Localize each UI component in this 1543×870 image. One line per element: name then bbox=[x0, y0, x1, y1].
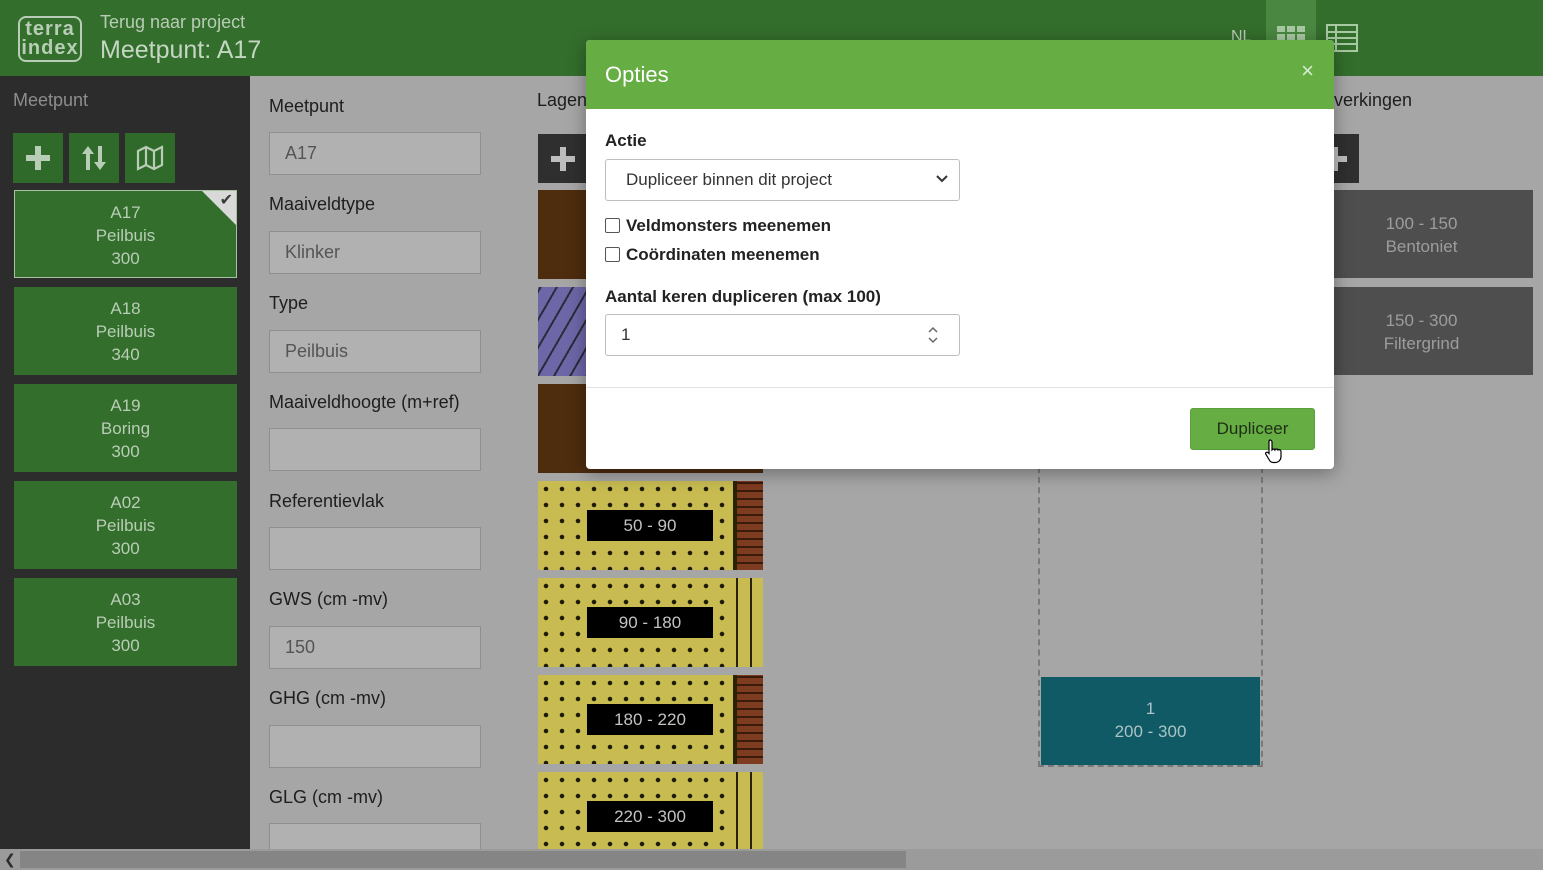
horizontal-scrollbar[interactable]: ❮ bbox=[0, 849, 1543, 870]
terra-index-logo[interactable]: terra index bbox=[18, 16, 82, 62]
bewerking-card[interactable]: 100 - 150 Bentoniet bbox=[1310, 190, 1533, 278]
type-label: Type bbox=[269, 293, 309, 313]
options-modal: Opties × Actie Dupliceer binnen dit proj… bbox=[586, 40, 1334, 469]
ghg-label: GHG (cm -mv) bbox=[269, 688, 386, 708]
gws-label: GWS (cm -mv) bbox=[269, 589, 388, 609]
meetpunt-depth: 300 bbox=[111, 636, 140, 655]
filter-number: 1 bbox=[1145, 699, 1156, 718]
coordinaten-label: Coördinaten meenemen bbox=[626, 245, 820, 264]
meetpunt-form: Meetpunt A17 Maaiveldtype Klinker Type P… bbox=[250, 76, 518, 870]
meetpunt-depth: 300 bbox=[111, 249, 140, 268]
layer-block[interactable]: 180 - 220 bbox=[538, 675, 763, 764]
coordinaten-checkbox-row[interactable]: Coördinaten meenemen bbox=[605, 245, 820, 265]
coordinaten-checkbox[interactable] bbox=[605, 247, 620, 262]
meetpunt-type: Peilbuis bbox=[95, 322, 156, 341]
layer-depth-label: 180 - 220 bbox=[587, 704, 713, 735]
gws-input[interactable]: 150 bbox=[269, 626, 481, 669]
layer-pattern-strip bbox=[733, 772, 763, 849]
meetpunt-name: A02 bbox=[110, 493, 141, 512]
hand-cursor-icon bbox=[1265, 439, 1282, 464]
filter-block[interactable]: 1 200 - 300 bbox=[1041, 677, 1260, 765]
glg-label: GLG (cm -mv) bbox=[269, 787, 383, 807]
bewerking-material: Bentoniet bbox=[1385, 237, 1458, 256]
veldmonsters-checkbox[interactable] bbox=[605, 218, 620, 233]
meetpunt-sidebar: Meetpunt ✔ A17 Peilbuis 300 A18 Peilbuis… bbox=[0, 76, 250, 870]
maaiveldtype-label: Maaiveldtype bbox=[269, 194, 376, 214]
referentievlak-label: Referentievlak bbox=[269, 491, 385, 511]
plus-icon bbox=[551, 147, 575, 171]
bewerking-material: Filtergrind bbox=[1383, 334, 1460, 353]
layer-block[interactable]: 50 - 90 bbox=[538, 481, 763, 570]
veldmonsters-label: Veldmonsters meenemen bbox=[626, 216, 832, 235]
filter-range: 200 - 300 bbox=[1114, 722, 1187, 741]
duplicate-button[interactable]: Dupliceer bbox=[1190, 408, 1315, 450]
meetpunt-depth: 300 bbox=[111, 442, 140, 461]
number-spinner-icon[interactable] bbox=[923, 324, 943, 346]
add-layer-button[interactable] bbox=[538, 134, 588, 183]
meetpunt-label: Meetpunt bbox=[269, 96, 345, 116]
duplicate-count-input[interactable]: 1 bbox=[605, 314, 960, 356]
check-icon: ✔ bbox=[219, 192, 233, 209]
ghg-input[interactable] bbox=[269, 725, 481, 768]
bewerking-range: 100 - 150 bbox=[1385, 214, 1458, 233]
modal-header: Opties × bbox=[586, 40, 1334, 109]
bewerking-card[interactable]: 150 - 300 Filtergrind bbox=[1310, 287, 1533, 375]
layer-block[interactable]: 90 - 180 bbox=[538, 578, 763, 667]
layer-pattern-strip bbox=[733, 481, 763, 570]
logo-line-2: index bbox=[21, 37, 79, 59]
action-select-value: Dupliceer binnen dit project bbox=[626, 170, 833, 189]
action-label: Actie bbox=[605, 131, 647, 150]
meetpunt-card-a02[interactable]: A02 Peilbuis 300 bbox=[14, 481, 237, 569]
layer-depth-label: 50 - 90 bbox=[587, 510, 713, 541]
count-label: Aantal keren dupliceren (max 100) bbox=[605, 287, 881, 306]
bewerkingen-title: verkingen bbox=[1334, 90, 1413, 110]
layer-block[interactable]: 220 - 300 bbox=[538, 772, 763, 849]
map-icon bbox=[136, 145, 164, 171]
layer-pattern-strip bbox=[733, 578, 763, 667]
bewerking-range: 150 - 300 bbox=[1385, 311, 1458, 330]
plus-icon bbox=[26, 146, 50, 170]
sidebar-title: Meetpunt bbox=[13, 90, 89, 110]
sort-meetpunt-button[interactable] bbox=[69, 133, 119, 183]
meetpunt-name: A03 bbox=[110, 590, 141, 609]
meetpunt-type: Boring bbox=[100, 419, 151, 438]
sort-icon bbox=[82, 146, 106, 170]
meetpunt-depth: 340 bbox=[111, 345, 140, 364]
add-meetpunt-button[interactable] bbox=[13, 133, 63, 183]
duplicate-count-value: 1 bbox=[621, 325, 631, 344]
chevron-down-icon bbox=[936, 175, 948, 183]
map-button[interactable] bbox=[125, 133, 175, 183]
meetpunt-name: A18 bbox=[110, 299, 141, 318]
scrollbar-thumb[interactable] bbox=[20, 851, 906, 868]
layer-depth-label: 220 - 300 bbox=[587, 801, 713, 832]
referentievlak-input[interactable] bbox=[269, 527, 481, 570]
page-title: Meetpunt: A17 bbox=[100, 36, 262, 64]
maaiveldhoogte-input[interactable] bbox=[269, 428, 481, 471]
modal-title: Opties bbox=[605, 62, 669, 87]
layer-depth-label: 90 - 180 bbox=[587, 607, 713, 638]
meetpunt-name: A19 bbox=[110, 396, 141, 415]
lagen-title: Lagen bbox=[537, 90, 588, 110]
meetpunt-card-a03[interactable]: A03 Peilbuis 300 bbox=[14, 578, 237, 666]
layer-pattern-strip bbox=[733, 675, 763, 764]
meetpunt-card-a17[interactable]: ✔ A17 Peilbuis 300 bbox=[14, 190, 237, 278]
maaiveldhoogte-label: Maaiveldhoogte (m+ref) bbox=[269, 392, 460, 412]
modal-divider bbox=[586, 387, 1334, 388]
meetpunt-type: Peilbuis bbox=[95, 613, 156, 632]
meetpunt-card-a18[interactable]: A18 Peilbuis 340 bbox=[14, 287, 237, 375]
type-input[interactable]: Peilbuis bbox=[269, 330, 481, 373]
meetpunt-card-a19[interactable]: A19 Boring 300 bbox=[14, 384, 237, 472]
action-select[interactable]: Dupliceer binnen dit project bbox=[605, 159, 960, 201]
meetpunt-type: Peilbuis bbox=[95, 516, 156, 535]
scroll-left-icon[interactable]: ❮ bbox=[4, 851, 16, 868]
close-icon[interactable]: × bbox=[1301, 60, 1314, 82]
meetpunt-input[interactable]: A17 bbox=[269, 132, 481, 175]
veldmonsters-checkbox-row[interactable]: Veldmonsters meenemen bbox=[605, 216, 831, 236]
maaiveldtype-input[interactable]: Klinker bbox=[269, 231, 481, 274]
back-to-project-link[interactable]: Terug naar project bbox=[100, 12, 245, 33]
meetpunt-depth: 300 bbox=[111, 539, 140, 558]
meetpunt-type: Peilbuis bbox=[95, 226, 156, 245]
